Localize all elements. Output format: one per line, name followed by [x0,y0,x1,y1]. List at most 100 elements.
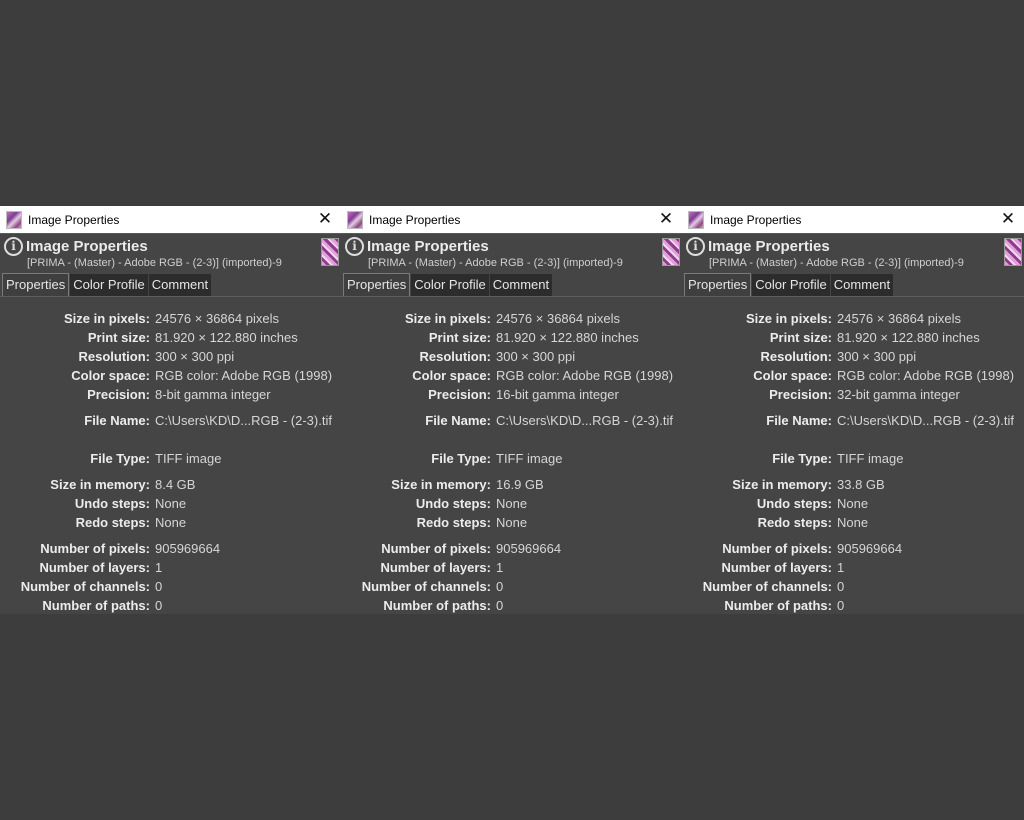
property-value: 0 [155,579,163,594]
property-label: Undo steps: [415,496,491,511]
property-row-color-space: Color space: RGB color: Adobe RGB (1998) [682,366,1024,385]
property-value: 905969664 [496,541,562,556]
window-titlebar: Image Properties ✕ [341,206,682,233]
property-value: 300 × 300 ppi [155,349,235,364]
header-subtitle: [PRIMA - (Master) - Adobe RGB - (2-3)] (… [27,257,282,269]
property-value: 0 [496,579,504,594]
property-label: Number of paths: [383,598,491,613]
tab-properties[interactable]: Properties [2,273,70,296]
tab-properties[interactable]: Properties [684,273,752,296]
tab-bar: Properties Color Profile Comment [0,272,341,297]
property-row-precision: Precision: 32-bit gamma integer [682,385,1024,404]
image-properties-dialog: Image Properties ✕ i Image Properties [PRIMA… [0,206,341,614]
property-value: 81.920 × 122.880 inches [155,330,298,345]
window-titlebar: Image Properties ✕ [682,206,1024,233]
image-properties-dialog: Image Properties ✕ i Image Properties [PRIMA… [682,206,1024,614]
property-row-num-paths: Number of paths: 0 [0,596,341,614]
property-value: C:\Users\KD\D...RGB - (2-3).tif [496,413,673,428]
property-row-num-channels: Number of channels: 0 [341,577,682,596]
property-row-size-px: Size in pixels: 24576 × 36864 pixels [0,309,341,328]
property-value: 24576 × 36864 pixels [496,311,620,326]
property-value: TIFF image [837,451,904,466]
property-value: 300 × 300 ppi [837,349,917,364]
tab-color-profile[interactable]: Color Profile [411,274,489,296]
property-label: Precision: [87,387,150,402]
property-label: Undo steps: [74,496,150,511]
tab-properties[interactable]: Properties [343,273,411,296]
property-label: File Name: [84,413,150,428]
info-icon: i [345,237,364,256]
property-row-undo: Undo steps: None [341,494,682,513]
close-icon[interactable]: ✕ [1000,209,1016,229]
property-row-file-name: File Name: C:\Users\KD\D...RGB - (2-3).ti… [682,411,1024,430]
gimp-image-icon [688,210,704,229]
property-row-file-name: File Name: C:\Users\KD\D...RGB - (2-3).ti… [341,411,682,430]
property-label: Color space: [412,368,491,383]
window-title: Image Properties [710,212,802,227]
property-row-num-pixels: Number of pixels: 905969664 [0,539,341,558]
property-row-num-channels: Number of channels: 0 [682,577,1024,596]
tab-bar: Properties Color Profile Comment [682,272,1024,297]
property-label: File Name: [425,413,491,428]
header-title: Image Properties [708,238,830,255]
property-row-resolution: Resolution: 300 × 300 ppi [682,347,1024,366]
property-label: Number of pixels: [722,541,832,556]
close-icon[interactable]: ✕ [317,209,333,229]
property-value: 1 [837,560,845,575]
property-label: Redo steps: [757,515,832,530]
tab-color-profile[interactable]: Color Profile [70,274,148,296]
property-label: Size in pixels: [746,311,832,326]
image-properties-dialog: Image Properties ✕ i Image Properties [PRIMA… [341,206,682,614]
property-label: Number of channels: [361,579,491,594]
tab-bar: Properties Color Profile Comment [341,272,682,297]
property-row-size-mem: Size in memory: 33.8 GB [682,475,1024,494]
property-value: C:\Users\KD\D...RGB - (2-3).tif [155,413,332,428]
property-value: 905969664 [837,541,903,556]
property-label: Size in memory: [732,477,832,492]
property-label: Number of channels: [20,579,150,594]
property-value: 0 [837,579,845,594]
property-row-num-channels: Number of channels: 0 [0,577,341,596]
tab-comment[interactable]: Comment [489,274,553,296]
property-value: 1 [496,560,504,575]
property-value: 0 [496,598,504,613]
property-label: Size in memory: [391,477,491,492]
gimp-image-icon [6,210,22,229]
property-row-color-space: Color space: RGB color: Adobe RGB (1998) [0,366,341,385]
property-row-precision: Precision: 16-bit gamma integer [341,385,682,404]
property-row-undo: Undo steps: None [0,494,341,513]
tab-color-profile[interactable]: Color Profile [752,274,830,296]
tab-comment[interactable]: Comment [830,274,894,296]
property-row-num-layers: Number of layers: 1 [682,558,1024,577]
property-value: None [837,496,869,511]
property-row-print-size: Print size: 81.920 × 122.880 inches [341,328,682,347]
dialog-header: i Image Properties [PRIMA - (Master) - Ado… [682,233,1024,272]
header-subtitle: [PRIMA - (Master) - Adobe RGB - (2-3)] (… [709,257,964,269]
property-label: Size in pixels: [64,311,150,326]
property-value: 81.920 × 122.880 inches [496,330,639,345]
property-value: 0 [837,598,845,613]
property-row-file-name: File Name: C:\Users\KD\D...RGB - (2-3).ti… [0,411,341,430]
property-row-num-paths: Number of paths: 0 [682,596,1024,614]
property-row-resolution: Resolution: 300 × 300 ppi [0,347,341,366]
property-value: 300 × 300 ppi [496,349,576,364]
info-icon: i [4,237,23,256]
property-row-redo: Redo steps: None [0,513,341,532]
property-label: Number of layers: [380,560,491,575]
property-row-file-type: File Type: TIFF image [0,449,341,468]
property-value: 905969664 [155,541,221,556]
property-value: TIFF image [155,451,222,466]
dialog-header: i Image Properties [PRIMA - (Master) - Ado… [0,233,341,272]
property-label: Number of layers: [39,560,150,575]
property-value: RGB color: Adobe RGB (1998) [496,368,674,383]
property-label: File Type: [431,451,491,466]
property-label: Precision: [428,387,491,402]
property-label: Number of channels: [702,579,832,594]
property-label: Number of pixels: [40,541,150,556]
property-value: C:\Users\KD\D...RGB - (2-3).tif [837,413,1014,428]
property-row-file-type: File Type: TIFF image [341,449,682,468]
property-value: 8.4 GB [155,477,196,492]
close-icon[interactable]: ✕ [658,209,674,229]
tab-comment[interactable]: Comment [148,274,212,296]
property-row-size-px: Size in pixels: 24576 × 36864 pixels [682,309,1024,328]
